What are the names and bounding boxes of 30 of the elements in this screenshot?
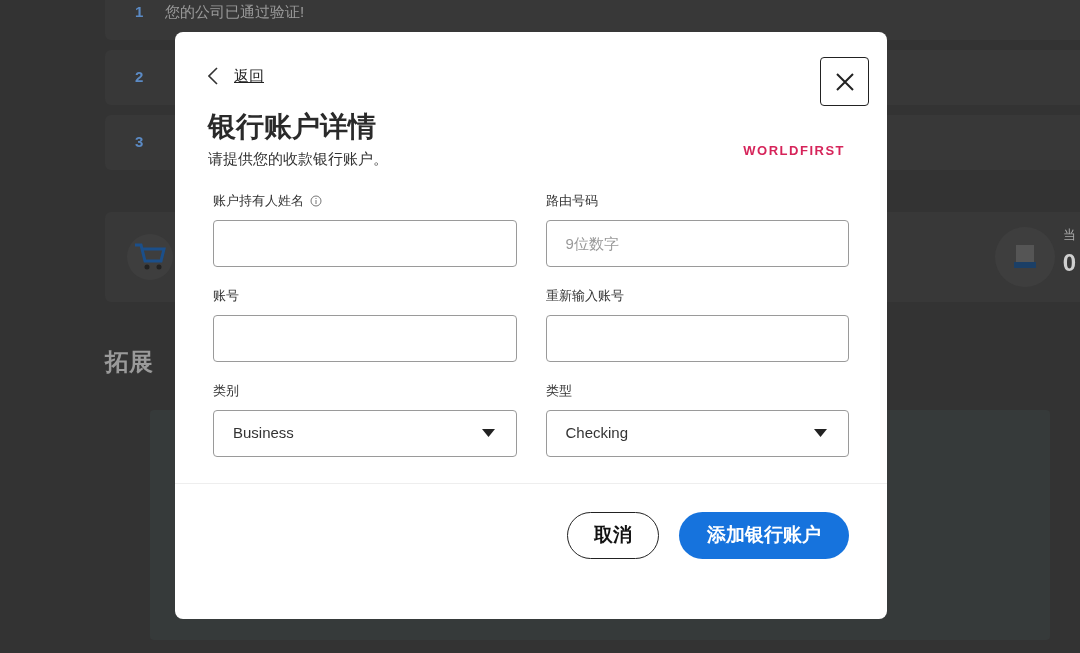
brand-logo: WORLDFIRST [743,142,845,160]
caret-icon [481,429,495,437]
input-field[interactable] [213,219,517,267]
close-button[interactable] [820,57,869,106]
field-label: 类型 [545,381,572,400]
stat-value: 0 [1062,247,1076,278]
field-label: 账号 [213,286,239,305]
close-icon [834,71,855,92]
field-label: 账户持有人姓名 [213,191,304,210]
step-text: 您的公司已通过验证! [165,2,305,23]
back-link[interactable]: 返回 [234,65,264,88]
step-number: 2 [135,67,145,88]
dialog-title: 银行账户详情 [208,110,377,144]
dropdown[interactable]: Business [213,409,517,457]
field-label: 路由号码 [545,191,598,210]
stat-label: 当 [1062,226,1076,245]
field-label: 类别 [213,381,239,400]
section-heading: 拓展 [105,347,154,377]
step-number: 1 [135,2,145,23]
info-icon[interactable] [310,194,322,207]
caret-icon [814,429,827,437]
add-bank-account-button[interactable]: 添加银行账户 [679,511,849,559]
input-field[interactable] [545,314,849,362]
input-field[interactable] [213,314,517,362]
input-field[interactable]: 9位数字 [545,219,849,267]
step-number: 3 [135,132,145,153]
dropdown[interactable]: Checking [545,409,849,457]
field-label: 重新输入账号 [545,286,624,305]
dialog-subtitle: 请提供您的收款银行账户。 [208,149,388,169]
cart-icon [127,234,173,280]
